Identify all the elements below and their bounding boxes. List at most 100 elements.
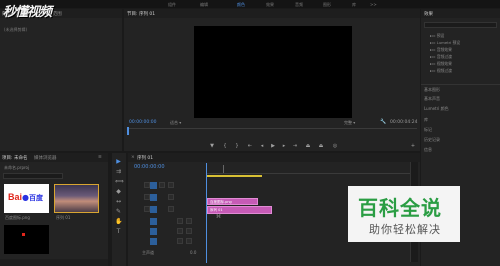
- program-fit-select[interactable]: 适合 ▾: [170, 120, 181, 126]
- baidu-logo-text: Bai: [8, 192, 23, 202]
- program-timecode-left[interactable]: 00:00:00:00: [129, 120, 156, 125]
- effects-item-presets[interactable]: ▸▭ 预设: [430, 33, 444, 39]
- track-target-a1[interactable]: [150, 218, 157, 225]
- solo-icon[interactable]: [186, 228, 192, 234]
- ripple-edit-tool-icon[interactable]: ⟺: [115, 178, 124, 185]
- menu-item-edit[interactable]: 编辑: [200, 2, 208, 8]
- mute-icon[interactable]: [177, 218, 183, 224]
- tab-media-browser[interactable]: 媒体浏览器: [34, 155, 57, 161]
- razor-tool-icon[interactable]: ◆: [115, 188, 122, 195]
- go-to-in-icon[interactable]: ⇤: [247, 144, 253, 149]
- hand-tool-icon[interactable]: ✋: [115, 218, 122, 225]
- effects-item-lumetri-presets[interactable]: ▸▭ Lumetri 预设: [430, 40, 460, 46]
- project-bottom-toolbar: [0, 259, 108, 266]
- media-thumbnail-black[interactable]: [4, 225, 49, 254]
- timeline-tabrow: × 序列 01: [128, 153, 420, 162]
- mute-icon[interactable]: [177, 228, 183, 234]
- program-quality-label: 完整: [344, 120, 352, 125]
- go-to-out-icon[interactable]: ⇥: [292, 144, 298, 149]
- section-history[interactable]: 历史记录: [424, 137, 440, 143]
- step-forward-icon[interactable]: ▸: [281, 144, 287, 149]
- clip-baidu-v2[interactable]: 百度图标.png: [207, 198, 258, 205]
- baidu-logo-text2: 百度: [29, 195, 43, 202]
- timeline-timecode[interactable]: 00:00:00:00: [134, 164, 165, 170]
- section-essential-graphics[interactable]: 基本图形: [424, 87, 440, 93]
- lock-icon[interactable]: [144, 194, 150, 200]
- lock-icon[interactable]: [144, 182, 150, 188]
- mute-icon[interactable]: [177, 238, 183, 244]
- effects-item-audio-transitions[interactable]: ▸▭ 音频过渡: [430, 54, 452, 60]
- playhead-marker[interactable]: [127, 127, 129, 135]
- menu-item-more[interactable]: >>: [370, 2, 377, 7]
- slip-tool-icon[interactable]: ↔: [115, 198, 122, 205]
- clip-label: 百度图标.png: [210, 200, 232, 204]
- program-quality-select[interactable]: 完整 ▾: [344, 120, 355, 126]
- track-target-a2[interactable]: [150, 228, 157, 235]
- tab-sequence[interactable]: 序列 01: [137, 155, 153, 161]
- clip-link-icon: ⌘: [216, 214, 221, 220]
- effects-item-audio-effects[interactable]: ▸▭ 音频效果: [430, 47, 452, 53]
- track-target-v2[interactable]: [150, 194, 157, 201]
- top-menu-bar: 组件 编辑 颜色 效果 音频 图形 库 >>: [0, 0, 500, 8]
- panel-menu-icon[interactable]: ≡: [98, 155, 102, 160]
- effect-controls-panel: 效果控件 Lumetri 范围 (未选择剪辑): [0, 9, 122, 151]
- program-video-canvas[interactable]: [194, 26, 352, 118]
- add-button-icon[interactable]: +: [410, 144, 416, 149]
- play-icon[interactable]: ▶: [270, 144, 276, 149]
- export-frame-icon[interactable]: ◎: [332, 144, 338, 149]
- menu-item-color[interactable]: 颜色: [237, 2, 245, 8]
- section-libraries[interactable]: 库: [424, 117, 428, 123]
- section-essential-sound[interactable]: 基本声音: [424, 96, 440, 102]
- media-thumbnail-sequence[interactable]: [54, 184, 99, 213]
- menu-item-graphics[interactable]: 图形: [323, 2, 331, 8]
- section-lumetri-color[interactable]: Lumetri 颜色: [424, 106, 449, 112]
- effects-tabrow: 效果: [421, 9, 500, 18]
- section-info[interactable]: 信息: [424, 147, 432, 153]
- menu-item-audio[interactable]: 音频: [295, 2, 303, 8]
- menu-item-library[interactable]: 库: [352, 2, 356, 8]
- step-back-icon[interactable]: ◂: [259, 144, 265, 149]
- type-tool-icon[interactable]: T: [115, 228, 122, 235]
- work-area-bar[interactable]: [206, 175, 262, 177]
- baike-subtitle: 助你轻松解决: [369, 223, 441, 236]
- track-target-v1[interactable]: [150, 206, 157, 213]
- eye-icon[interactable]: [168, 194, 174, 200]
- tab-project[interactable]: 项目: 未命名: [2, 155, 27, 161]
- solo-icon[interactable]: [186, 238, 192, 244]
- selection-tool-icon[interactable]: ▶: [115, 158, 122, 165]
- eye-icon[interactable]: [168, 206, 174, 212]
- program-timecode-right: 00:00:04:24: [390, 120, 418, 125]
- red-marker: [22, 233, 25, 236]
- track-select-tool-icon[interactable]: ⇉: [115, 168, 122, 175]
- close-icon[interactable]: ×: [131, 155, 135, 160]
- timeline-ruler[interactable]: [206, 164, 414, 174]
- extract-icon[interactable]: ⏏: [318, 144, 324, 149]
- effects-item-video-transitions[interactable]: ▸▭ 视频过渡: [430, 68, 452, 74]
- pen-tool-icon[interactable]: ✎: [115, 208, 122, 215]
- track-target-v3[interactable]: [150, 182, 157, 189]
- media-thumbnail-baidu[interactable]: Bai●百度: [4, 184, 49, 213]
- menu-item-components[interactable]: 组件: [168, 2, 176, 8]
- sync-icon[interactable]: [159, 182, 165, 188]
- tab-effects[interactable]: 效果: [424, 11, 433, 17]
- baidu-logo: Bai●百度: [8, 192, 43, 203]
- add-marker-icon[interactable]: ▼: [209, 144, 215, 149]
- eye-icon[interactable]: [168, 182, 174, 188]
- clip-sequence-v1[interactable]: 序列 01: [207, 206, 272, 214]
- section-markers[interactable]: 标记: [424, 127, 432, 133]
- tab-program-sequence[interactable]: 节目: 序列 01: [127, 11, 155, 17]
- track-target-a3[interactable]: [150, 238, 157, 245]
- wrench-icon[interactable]: 🔧: [380, 119, 386, 125]
- program-scrub-bar[interactable]: [127, 128, 417, 133]
- effects-search-input[interactable]: [424, 22, 497, 28]
- menu-item-effects[interactable]: 效果: [266, 2, 274, 8]
- lock-icon[interactable]: [144, 206, 150, 212]
- mark-in-icon[interactable]: {: [222, 144, 228, 149]
- mark-out-icon[interactable]: }: [234, 144, 240, 149]
- lift-icon[interactable]: ⏏: [305, 144, 311, 149]
- paw-icon: ●: [22, 193, 29, 202]
- effects-item-video-effects[interactable]: ▸▭ 视频效果: [430, 61, 452, 67]
- project-search-input[interactable]: [3, 173, 63, 179]
- master-volume-value[interactable]: 0.0: [190, 250, 196, 255]
- solo-icon[interactable]: [186, 218, 192, 224]
